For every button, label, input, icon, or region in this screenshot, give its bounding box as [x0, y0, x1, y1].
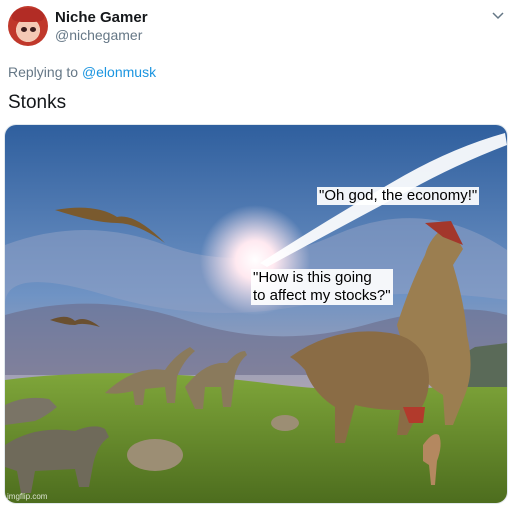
- author-handle[interactable]: @nichegamer: [55, 27, 142, 43]
- tweet-media-image[interactable]: "Oh god, the economy!" "How is this goin…: [4, 124, 508, 504]
- watermark: imgflip.com: [7, 492, 48, 501]
- chevron-down-icon[interactable]: [490, 8, 506, 24]
- avatar-eye-right: [30, 27, 36, 32]
- caption-meteor: "How is this going to affect my stocks?": [251, 269, 393, 305]
- reply-prefix: Replying to: [8, 64, 79, 80]
- avatar-eye-left: [21, 27, 27, 32]
- reply-mention-link[interactable]: @elonmusk: [82, 64, 156, 80]
- avatar[interactable]: [8, 6, 48, 46]
- tweet-text: Stonks: [8, 92, 67, 113]
- author-name[interactable]: Niche Gamer: [55, 9, 148, 26]
- caption-meteor-line2: to affect my stocks?": [253, 287, 391, 304]
- caption-trex: "Oh god, the economy!": [317, 187, 480, 205]
- reply-context: Replying to @elonmusk: [8, 64, 156, 80]
- meme-illustration: [5, 125, 507, 503]
- caption-meteor-line1: "How is this going: [253, 269, 372, 286]
- avatar-hair: [12, 8, 44, 22]
